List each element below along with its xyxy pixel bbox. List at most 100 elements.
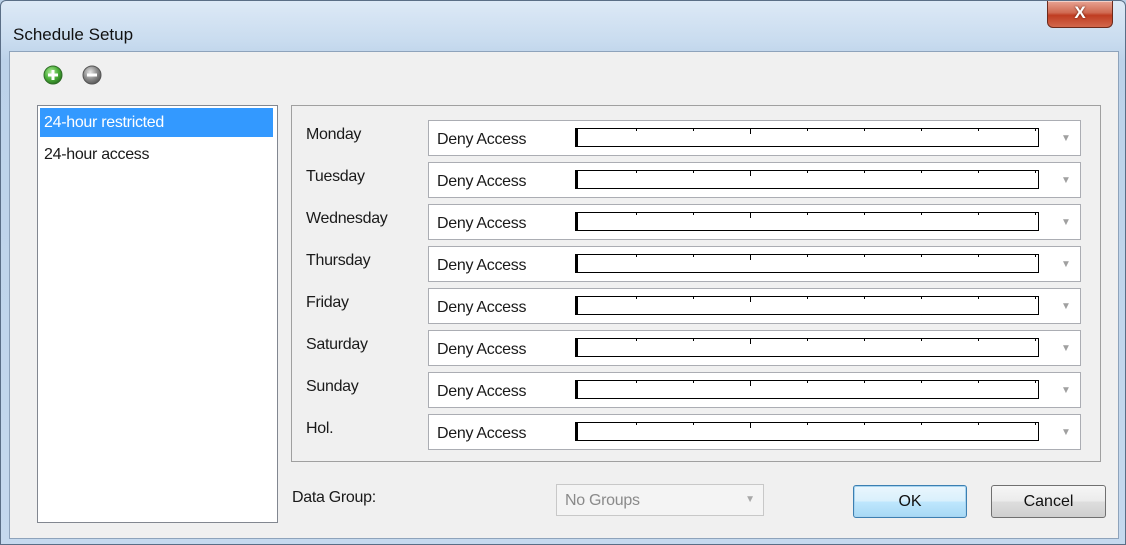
day-label: Friday	[306, 294, 349, 311]
timeline-tick	[864, 296, 865, 299]
day-access-select[interactable]: Deny Access ▼	[428, 204, 1081, 240]
timeline-tick	[864, 128, 865, 131]
timeline-tick	[978, 212, 979, 215]
data-group-value: No Groups	[565, 492, 640, 509]
timeline-tick	[978, 170, 979, 173]
day-timeline[interactable]	[575, 128, 1039, 147]
chevron-down-icon[interactable]: ▼	[1052, 121, 1080, 155]
day-access-select[interactable]: Deny Access ▼	[428, 120, 1081, 156]
day-access-value: Deny Access	[437, 299, 527, 316]
add-schedule-button[interactable]	[41, 63, 65, 87]
chevron-down-icon[interactable]: ▼	[1052, 331, 1080, 365]
timeline-tick	[978, 128, 979, 131]
timeline-tick	[921, 296, 922, 299]
day-timeline[interactable]	[575, 422, 1039, 441]
timeline-tick	[636, 296, 637, 299]
day-label: Sunday	[306, 378, 359, 395]
ok-button[interactable]: OK	[853, 485, 967, 518]
day-timeline[interactable]	[575, 254, 1039, 273]
timeline-start-marker	[576, 380, 578, 399]
day-access-select[interactable]: Deny Access ▼	[428, 288, 1081, 324]
timeline-tick	[750, 338, 751, 344]
timeline-tick	[807, 170, 808, 173]
timeline-tick	[1035, 254, 1036, 257]
timeline-tick	[636, 212, 637, 215]
chevron-down-icon[interactable]: ▼	[1052, 373, 1080, 407]
cancel-button[interactable]: Cancel	[991, 485, 1106, 518]
day-access-value: Deny Access	[437, 215, 527, 232]
timeline-tick	[921, 422, 922, 425]
timeline-tick	[636, 170, 637, 173]
day-access-value: Deny Access	[437, 341, 527, 358]
chevron-down-icon[interactable]: ▼	[1052, 163, 1080, 197]
timeline-tick	[1035, 380, 1036, 383]
timeline-tick	[921, 212, 922, 215]
dialog-client-area: 24-hour restricted 24-hour access Monday…	[9, 51, 1119, 539]
timeline-tick	[693, 380, 694, 383]
day-timeline[interactable]	[575, 212, 1039, 231]
close-button[interactable]: X	[1047, 1, 1113, 28]
day-timeline[interactable]	[575, 380, 1039, 399]
day-label: Saturday	[306, 336, 368, 353]
timeline-tick	[750, 254, 751, 260]
timeline-tick	[864, 254, 865, 257]
timeline-tick	[864, 212, 865, 215]
day-access-select[interactable]: Deny Access ▼	[428, 162, 1081, 198]
timeline-tick	[750, 296, 751, 302]
close-icon: X	[1074, 3, 1086, 22]
timeline-tick	[750, 212, 751, 218]
window-title: Schedule Setup	[13, 25, 134, 44]
schedule-setup-window: Schedule Setup X 24-hour restricted 24-h…	[0, 0, 1126, 545]
timeline-tick	[693, 296, 694, 299]
timeline-tick	[1035, 338, 1036, 341]
timeline-tick	[921, 338, 922, 341]
day-access-select[interactable]: Deny Access ▼	[428, 330, 1081, 366]
list-item[interactable]: 24-hour restricted	[40, 108, 273, 137]
timeline-tick	[750, 422, 751, 428]
timeline-tick	[1035, 128, 1036, 131]
day-label: Thursday	[306, 252, 371, 269]
timeline-tick	[1035, 212, 1036, 215]
timeline-tick	[807, 128, 808, 131]
timeline-tick	[807, 380, 808, 383]
day-access-value: Deny Access	[437, 257, 527, 274]
timeline-tick	[921, 128, 922, 131]
timeline-tick	[636, 380, 637, 383]
chevron-down-icon[interactable]: ▼	[1052, 247, 1080, 281]
day-timeline[interactable]	[575, 338, 1039, 357]
timeline-tick	[636, 338, 637, 341]
day-access-select[interactable]: Deny Access ▼	[428, 372, 1081, 408]
timeline-start-marker	[576, 254, 578, 273]
schedule-list[interactable]: 24-hour restricted 24-hour access	[37, 105, 278, 523]
day-timeline[interactable]	[575, 296, 1039, 315]
timeline-tick	[807, 254, 808, 257]
data-group-select[interactable]: No Groups ▼	[556, 484, 764, 516]
day-access-value: Deny Access	[437, 131, 527, 148]
timeline-tick	[921, 170, 922, 173]
day-access-value: Deny Access	[437, 173, 527, 190]
remove-schedule-button[interactable]	[80, 63, 104, 87]
day-timeline[interactable]	[575, 170, 1039, 189]
timeline-tick	[978, 338, 979, 341]
title-bar[interactable]: Schedule Setup X	[1, 1, 1125, 49]
timeline-tick	[864, 170, 865, 173]
timeline-tick	[807, 338, 808, 341]
day-access-select[interactable]: Deny Access ▼	[428, 246, 1081, 282]
day-label: Tuesday	[306, 168, 365, 185]
list-item[interactable]: 24-hour access	[40, 140, 273, 169]
data-group-label: Data Group:	[292, 489, 376, 506]
timeline-tick	[693, 170, 694, 173]
day-access-value: Deny Access	[437, 425, 527, 442]
remove-icon	[82, 65, 102, 85]
chevron-down-icon[interactable]: ▼	[1052, 415, 1080, 449]
timeline-tick	[864, 422, 865, 425]
timeline-tick	[807, 212, 808, 215]
timeline-tick	[864, 380, 865, 383]
day-access-select[interactable]: Deny Access ▼	[428, 414, 1081, 450]
timeline-tick	[636, 254, 637, 257]
timeline-tick	[978, 296, 979, 299]
chevron-down-icon[interactable]: ▼	[1052, 289, 1080, 323]
timeline-tick	[807, 296, 808, 299]
timeline-tick	[921, 380, 922, 383]
chevron-down-icon[interactable]: ▼	[1052, 205, 1080, 239]
